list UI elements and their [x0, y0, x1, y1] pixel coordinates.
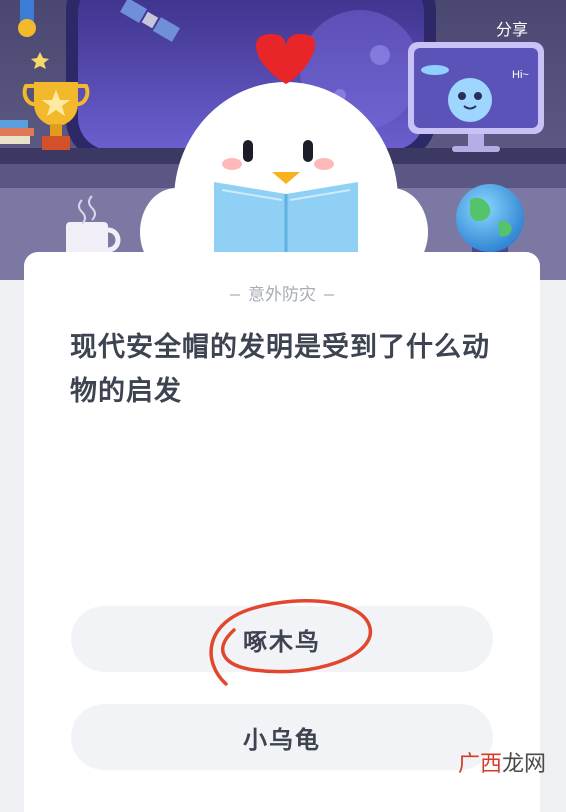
quiz-card: 意外防灾 现代安全帽的发明是受到了什么动 物的启发 啄木鸟 小乌龟 — [24, 252, 540, 812]
question-line-1: 现代安全帽的发明是受到了什么动 — [70, 332, 490, 363]
watermark-part-2: 龙网 — [501, 752, 546, 777]
screen-greeting: Hi~ — [512, 69, 529, 81]
hero-illustration: Hi~ — [0, 0, 566, 280]
option-button-2[interactable]: 小乌龟 — [71, 704, 493, 770]
watermark-part-1: 广西 — [457, 752, 502, 777]
option-label: 小乌龟 — [243, 725, 321, 754]
hero-banner: Hi~ 分享 — [0, 0, 566, 280]
category-text: 意外防灾 — [248, 285, 316, 305]
question-line-2: 物的启发 — [70, 376, 182, 407]
question-text: 现代安全帽的发明是受到了什么动 物的启发 — [70, 326, 500, 414]
divider — [324, 294, 334, 296]
category-label: 意外防灾 — [24, 280, 540, 305]
ufo-icon — [421, 65, 449, 75]
divider — [230, 294, 240, 296]
watermark-logo: 广西龙网 — [458, 746, 546, 778]
share-button[interactable]: 分享 — [496, 16, 528, 40]
red-circle-annotation — [209, 598, 372, 686]
